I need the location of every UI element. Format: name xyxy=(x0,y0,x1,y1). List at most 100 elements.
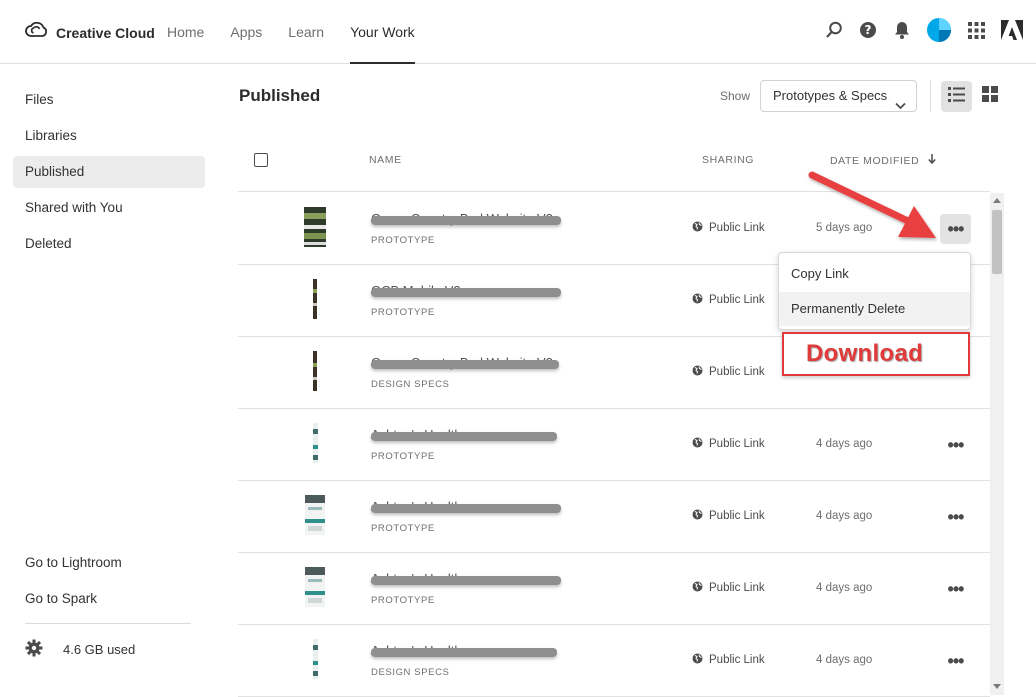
select-all-checkbox[interactable] xyxy=(254,153,268,167)
app-switcher-grid-icon[interactable] xyxy=(966,18,986,42)
table-row[interactable]: Ashton's Health DESIGN SPECS Public Link… xyxy=(238,625,990,697)
more-dots-icon: ••• xyxy=(947,578,965,599)
top-icons: ? xyxy=(824,18,1024,42)
redaction-bar xyxy=(371,432,557,441)
help-icon[interactable]: ? xyxy=(858,18,878,42)
list-view-icon xyxy=(948,86,965,107)
globe-icon xyxy=(692,221,703,235)
page-title: Published xyxy=(239,86,321,105)
annotation-arrow-icon xyxy=(808,171,936,238)
nav-home[interactable]: Home xyxy=(167,0,204,64)
more-actions-button[interactable]: ••• xyxy=(940,646,971,676)
date-modified: 4 days ago xyxy=(816,582,873,594)
sidebar-item-deleted[interactable]: Deleted xyxy=(13,228,205,260)
scroll-up-arrow-icon[interactable] xyxy=(993,198,1001,203)
table-row[interactable]: Ashton's Health PROTOTYPE Public Link 4 … xyxy=(238,553,990,625)
sharing-label: Public Link xyxy=(709,582,765,594)
nav-apps[interactable]: Apps xyxy=(230,0,262,64)
download-annotation: Download xyxy=(782,332,970,376)
sharing-status: Public Link xyxy=(692,653,765,667)
sharing-label: Public Link xyxy=(709,222,765,234)
toolbar-divider xyxy=(930,80,931,112)
more-dots-icon: ••• xyxy=(947,506,965,527)
column-sharing[interactable]: SHARING xyxy=(702,154,754,166)
search-icon[interactable] xyxy=(824,18,844,42)
scrollbar-thumb[interactable] xyxy=(992,210,1002,274)
redaction-bar xyxy=(371,216,561,225)
thumbnail xyxy=(304,207,326,251)
scroll-down-arrow-icon[interactable] xyxy=(993,684,1001,689)
globe-icon xyxy=(692,365,703,379)
more-actions-button[interactable]: ••• xyxy=(940,430,971,460)
redaction-bar xyxy=(371,576,561,585)
nav-learn[interactable]: Learn xyxy=(288,0,324,64)
more-dots-icon: ••• xyxy=(947,218,965,239)
redaction-bar xyxy=(371,288,561,297)
more-actions-button[interactable]: ••• xyxy=(940,574,971,604)
nav-your-work[interactable]: Your Work xyxy=(350,0,415,64)
item-type: DESIGN SPECS xyxy=(371,379,450,390)
storage-text: 4.6 GB used xyxy=(63,642,136,657)
item-type: PROTOTYPE xyxy=(371,307,435,318)
main-nav: Home Apps Learn Your Work xyxy=(167,0,441,64)
show-label: Show xyxy=(720,89,751,103)
grid-view-icon xyxy=(981,86,998,107)
redaction-bar xyxy=(371,504,561,513)
item-type: PROTOTYPE xyxy=(371,523,435,534)
more-actions-button[interactable]: ••• xyxy=(940,502,971,532)
redaction-bar xyxy=(371,648,557,657)
sidebar-item-libraries[interactable]: Libraries xyxy=(13,120,205,152)
sharing-label: Public Link xyxy=(709,654,765,666)
sharing-status: Public Link xyxy=(692,581,765,595)
globe-icon xyxy=(692,509,703,523)
brand[interactable]: Creative Cloud xyxy=(24,20,155,45)
notifications-bell-icon[interactable] xyxy=(892,18,912,42)
thumbnail xyxy=(304,639,326,683)
gear-icon[interactable] xyxy=(25,639,43,660)
globe-icon xyxy=(692,653,703,667)
globe-icon xyxy=(692,293,703,307)
menu-item-copy-link[interactable]: Copy Link xyxy=(779,257,970,291)
item-type: PROTOTYPE xyxy=(371,235,435,246)
brand-name: Creative Cloud xyxy=(56,24,155,41)
sharing-label: Public Link xyxy=(709,510,765,522)
go-to-lightroom-link[interactable]: Go to Lightroom xyxy=(13,547,205,579)
table-row[interactable]: Ashton's Health PROTOTYPE Public Link 4 … xyxy=(238,409,990,481)
globe-icon xyxy=(692,581,703,595)
top-bar: Creative Cloud Home Apps Learn Your Work… xyxy=(0,0,1036,64)
more-actions-button[interactable]: ••• xyxy=(940,214,971,244)
filter-dropdown[interactable]: Prototypes & Specs xyxy=(760,80,917,112)
annotation-text: Download xyxy=(806,340,924,367)
sharing-status: Public Link xyxy=(692,437,765,451)
context-menu: Copy Link Permanently Delete xyxy=(778,252,971,330)
svg-text:?: ? xyxy=(865,23,872,37)
sidebar-item-files[interactable]: Files xyxy=(13,84,205,116)
thumbnail xyxy=(304,279,326,323)
sidebar-item-published[interactable]: Published xyxy=(13,156,205,188)
item-type: DESIGN SPECS xyxy=(371,667,450,678)
menu-item-permanently-delete[interactable]: Permanently Delete xyxy=(779,292,970,326)
table-row[interactable]: Ashton's Health PROTOTYPE Public Link 4 … xyxy=(238,481,990,553)
thumbnail xyxy=(304,351,326,395)
adobe-logo-icon[interactable] xyxy=(1000,18,1024,42)
date-modified: 4 days ago xyxy=(816,438,873,450)
sharing-label: Public Link xyxy=(709,294,765,306)
thumbnail xyxy=(304,495,326,539)
redaction-bar xyxy=(371,360,559,369)
sidebar-item-shared-with-you[interactable]: Shared with You xyxy=(13,192,205,224)
sidebar: Files Libraries Published Shared with Yo… xyxy=(0,64,218,695)
avatar[interactable] xyxy=(926,18,952,42)
sharing-label: Public Link xyxy=(709,438,765,450)
item-type: PROTOTYPE xyxy=(371,595,435,606)
list-view-button[interactable] xyxy=(941,81,972,112)
go-to-spark-link[interactable]: Go to Spark xyxy=(13,583,205,615)
sharing-status: Public Link xyxy=(692,293,765,307)
sharing-status: Public Link xyxy=(692,221,765,235)
creative-cloud-logo-icon xyxy=(24,20,48,45)
chevron-down-icon xyxy=(895,91,906,121)
column-name[interactable]: NAME xyxy=(369,154,402,166)
grid-view-button[interactable] xyxy=(974,81,1005,112)
date-modified: 4 days ago xyxy=(816,654,873,666)
sidebar-divider xyxy=(25,623,191,624)
filter-dropdown-value: Prototypes & Specs xyxy=(773,88,888,103)
